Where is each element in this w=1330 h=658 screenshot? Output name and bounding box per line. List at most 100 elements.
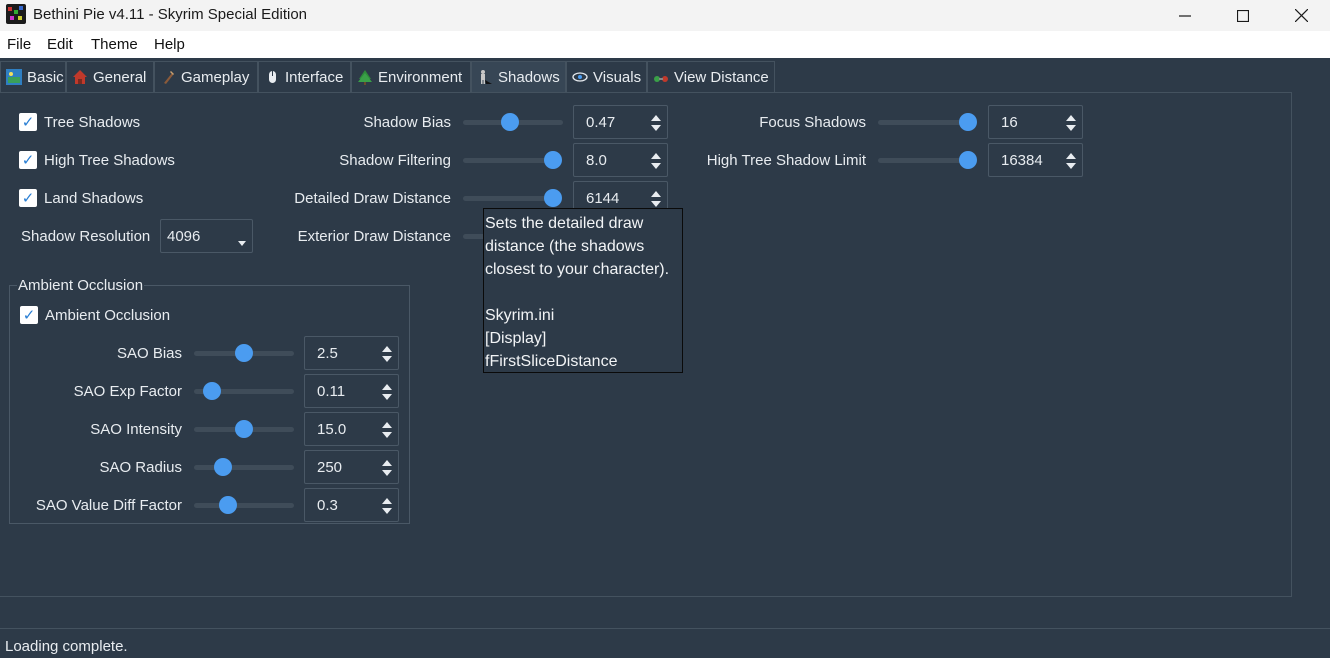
sao-radius-spinbox[interactable]: 250 [304,450,399,484]
land-shadows-checkbox[interactable]: ✓ [19,189,37,207]
tab-environment[interactable]: Environment [351,61,471,92]
maximize-button[interactable] [1214,0,1272,31]
slider-track [194,465,294,470]
tab-basic[interactable]: Basic [0,61,66,92]
tab-interface[interactable]: Interface [258,61,351,92]
slider-thumb[interactable] [501,113,519,131]
shadow-bias-label: Shadow Bias [363,114,451,131]
tooltip-line: Sets the detailed draw [485,215,644,232]
shadow-resolution-select[interactable]: 4096 [160,219,253,253]
spin-up-icon[interactable] [382,346,392,352]
spin-up-icon[interactable] [651,115,661,121]
spin-up-icon[interactable] [382,498,392,504]
close-icon [1294,9,1308,22]
shadow-bias-spinbox[interactable]: 0.47 [573,105,668,139]
sao-value-diff-factor-spinbox[interactable]: 0.3 [304,488,399,522]
tooltip-line: distance (the shadows [485,238,645,255]
tab-shadows[interactable]: Shadows [471,61,566,92]
high-tree-shadows-checkbox[interactable]: ✓ [19,151,37,169]
close-button[interactable] [1272,0,1330,31]
shadow-filtering-slider[interactable] [463,150,562,170]
land-shadows-label: Land Shadows [44,190,144,207]
spin-up-icon[interactable] [382,422,392,428]
check-mark-icon: ✓ [22,307,36,324]
focus-shadows-slider[interactable] [878,112,977,132]
menu-edit[interactable]: Edit [47,36,73,53]
sao-value-diff-factor-slider[interactable] [194,495,294,515]
slider-thumb[interactable] [235,420,253,438]
detailed-draw-distance-slider[interactable] [463,188,562,208]
slider-thumb[interactable] [544,151,562,169]
slider-thumb[interactable] [235,344,253,362]
title-bar: Bethini Pie v4.11 - Skyrim Special Editi… [0,0,1330,31]
spin-down-icon[interactable] [382,470,392,476]
general-icon [72,69,88,85]
shadow-filtering-spinbox[interactable]: 8.0 [573,143,668,177]
sao-bias-spinbox[interactable]: 2.5 [304,336,399,370]
spin-value: 6144 [586,190,620,207]
spin-down-icon[interactable] [651,125,661,131]
high-tree-shadow-limit-spinbox[interactable]: 16384 [988,143,1083,177]
basic-icon [6,69,22,85]
shadow-bias-slider[interactable] [463,112,563,132]
sao-intensity-slider[interactable] [194,419,294,439]
spin-down-icon[interactable] [382,432,392,438]
menu-file[interactable]: File [7,36,31,53]
sao-intensity-spinbox[interactable]: 15.0 [304,412,399,446]
slider-thumb[interactable] [203,382,221,400]
sao-radius-slider[interactable] [194,457,294,477]
spin-up-icon[interactable] [1066,153,1076,159]
tree-shadows-checkbox[interactable]: ✓ [19,113,37,131]
spin-up-icon[interactable] [1066,115,1076,121]
menu-bar: File Edit Theme Help [0,31,1330,58]
gameplay-icon [160,69,176,85]
shadows-icon [477,69,493,85]
minimize-icon [1179,14,1191,17]
status-text: Loading complete. [5,638,128,655]
menu-help[interactable]: Help [154,36,185,53]
maximize-icon [1237,9,1249,22]
slider-thumb[interactable] [219,496,237,514]
tab-label: Gameplay [181,68,250,86]
tab-visuals[interactable]: Visuals [566,61,647,92]
sao-exp-factor-slider[interactable] [194,381,294,401]
spin-down-icon[interactable] [1066,163,1076,169]
spin-up-icon[interactable] [651,191,661,197]
spin-down-icon[interactable] [1066,125,1076,131]
tooltip: Sets the detailed draw distance (the sha… [483,208,683,373]
spin-value: 8.0 [586,152,607,169]
ambient-occlusion-group-title: Ambient Occlusion [17,277,145,294]
spin-down-icon[interactable] [382,356,392,362]
slider-thumb[interactable] [959,151,977,169]
spin-down-icon[interactable] [651,201,661,207]
spin-up-icon[interactable] [651,153,661,159]
exterior-draw-distance-label: Exterior Draw Distance [297,228,451,245]
tab-label: Basic [27,68,64,86]
tooltip-line: closest to your character). [485,261,670,278]
tab-label: General [93,68,147,86]
sao-intensity-label: SAO Intensity [90,421,182,438]
app-icon [6,4,26,24]
slider-thumb[interactable] [959,113,977,131]
spin-down-icon[interactable] [382,508,392,514]
minimize-button[interactable] [1156,0,1214,31]
shadow-resolution-label: Shadow Resolution [21,228,151,245]
detailed-draw-distance-label: Detailed Draw Distance [294,190,451,207]
spin-down-icon[interactable] [382,394,392,400]
spin-up-icon[interactable] [382,384,392,390]
spin-up-icon[interactable] [382,460,392,466]
shadow-resolution-value: 4096 [167,228,201,245]
tab-gameplay[interactable]: Gameplay [154,61,258,92]
check-mark-icon: ✓ [21,114,35,131]
spin-down-icon[interactable] [651,163,661,169]
tab-view-distance[interactable]: View Distance [647,61,775,92]
sao-exp-factor-spinbox[interactable]: 0.11 [304,374,399,408]
high-tree-shadow-limit-slider[interactable] [878,150,977,170]
focus-shadows-spinbox[interactable]: 16 [988,105,1083,139]
menu-theme[interactable]: Theme [91,36,138,53]
sao-bias-slider[interactable] [194,343,294,363]
slider-thumb[interactable] [544,189,562,207]
ambient-occlusion-checkbox[interactable]: ✓ [20,306,38,324]
slider-thumb[interactable] [214,458,232,476]
tab-general[interactable]: General [66,61,154,92]
